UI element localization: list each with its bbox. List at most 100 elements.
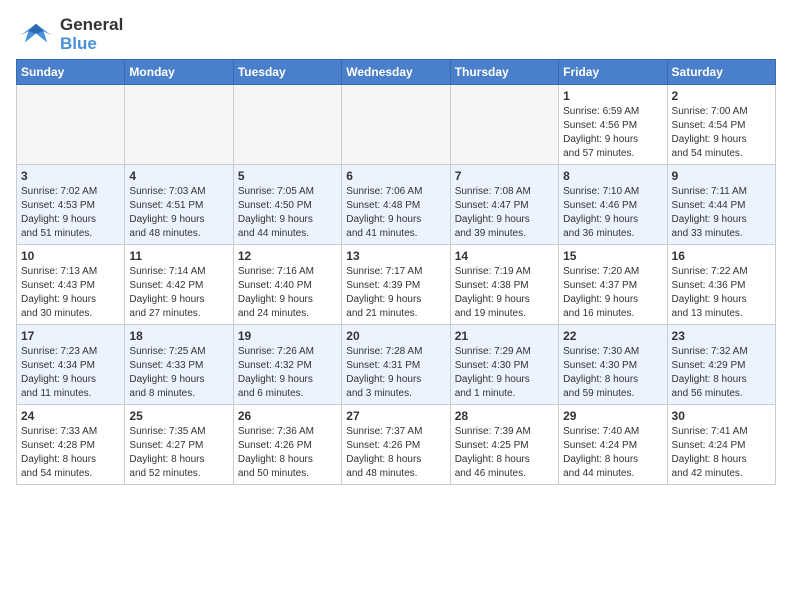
weekday-header-friday: Friday bbox=[559, 60, 667, 85]
week-row-1: 1 Sunrise: 6:59 AM Sunset: 4:56 PM Daylig… bbox=[17, 85, 776, 165]
calendar-cell: 14 Sunrise: 7:19 AM Sunset: 4:38 PM Dayli… bbox=[450, 245, 558, 325]
calendar-cell: 5Sunrise: 7:05 AM Sunset: 4:50 PM Daylig… bbox=[233, 165, 341, 245]
day-info: Sunrise: 7:26 AM Sunset: 4:32 PM Dayligh… bbox=[238, 345, 337, 401]
day-number: 9 bbox=[672, 169, 771, 183]
day-info: Sunrise: 7:39 AM Sunset: 4:25 PM Dayligh… bbox=[455, 425, 554, 481]
day-number: 10 bbox=[21, 249, 120, 263]
day-number: 30 bbox=[672, 409, 771, 423]
calendar-cell: 4Sunrise: 7:03 AM Sunset: 4:51 PM Daylig… bbox=[125, 165, 233, 245]
day-number: 16 bbox=[672, 249, 771, 263]
calendar-cell: 10Sunrise: 7:13 AM Sunset: 4:43 PM Dayli… bbox=[17, 245, 125, 325]
day-info: Sunrise: 7:36 AM Sunset: 4:26 PM Dayligh… bbox=[238, 425, 337, 481]
day-number: 27 bbox=[346, 409, 445, 423]
week-row-5: 24 Sunrise: 7:33 AM Sunset: 4:28 PM Dayli… bbox=[17, 405, 776, 485]
day-info: Sunrise: 7:02 AM Sunset: 4:53 PM Dayligh… bbox=[21, 185, 120, 241]
day-number: 23 bbox=[672, 329, 771, 343]
day-info: Sunrise: 7:23 AM Sunset: 4:34 PM Dayligh… bbox=[21, 345, 120, 401]
day-number: 3 bbox=[21, 169, 120, 183]
logo-text-general: General bbox=[60, 16, 123, 35]
day-info: Sunrise: 7:17 AM Sunset: 4:39 PM Dayligh… bbox=[346, 265, 445, 321]
day-number: 12 bbox=[238, 249, 337, 263]
day-info: Sunrise: 7:29 AM Sunset: 4:30 PM Dayligh… bbox=[455, 345, 554, 401]
calendar-cell bbox=[125, 85, 233, 165]
day-number: 14 bbox=[455, 249, 554, 263]
day-number: 4 bbox=[129, 169, 228, 183]
day-number: 25 bbox=[129, 409, 228, 423]
calendar-cell: 23Sunrise: 7:32 AM Sunset: 4:29 PM Dayli… bbox=[667, 325, 775, 405]
logo-icon bbox=[16, 20, 56, 50]
day-info: Sunrise: 7:20 AM Sunset: 4:37 PM Dayligh… bbox=[563, 265, 662, 321]
logo-text-blue: Blue bbox=[60, 35, 123, 54]
weekday-header-tuesday: Tuesday bbox=[233, 60, 341, 85]
weekday-header-row: SundayMondayTuesdayWednesdayThursdayFrid… bbox=[17, 60, 776, 85]
calendar-cell: 28 Sunrise: 7:39 AM Sunset: 4:25 PM Dayli… bbox=[450, 405, 558, 485]
day-number: 1 bbox=[563, 89, 662, 103]
day-number: 2 bbox=[672, 89, 771, 103]
weekday-header-saturday: Saturday bbox=[667, 60, 775, 85]
day-info: Sunrise: 7:11 AM Sunset: 4:44 PM Dayligh… bbox=[672, 185, 771, 241]
weekday-header-thursday: Thursday bbox=[450, 60, 558, 85]
calendar-cell: 9 Sunrise: 7:11 AM Sunset: 4:44 PM Daylig… bbox=[667, 165, 775, 245]
calendar-cell: 12 Sunrise: 7:16 AM Sunset: 4:40 PM Dayli… bbox=[233, 245, 341, 325]
day-number: 24 bbox=[21, 409, 120, 423]
day-number: 15 bbox=[563, 249, 662, 263]
weekday-header-sunday: Sunday bbox=[17, 60, 125, 85]
calendar-cell bbox=[233, 85, 341, 165]
day-number: 5 bbox=[238, 169, 337, 183]
week-row-2: 3 Sunrise: 7:02 AM Sunset: 4:53 PM Daylig… bbox=[17, 165, 776, 245]
logo: General Blue bbox=[16, 16, 123, 53]
week-row-3: 10Sunrise: 7:13 AM Sunset: 4:43 PM Dayli… bbox=[17, 245, 776, 325]
calendar-cell: 6Sunrise: 7:06 AM Sunset: 4:48 PM Daylig… bbox=[342, 165, 450, 245]
day-number: 26 bbox=[238, 409, 337, 423]
day-info: Sunrise: 7:08 AM Sunset: 4:47 PM Dayligh… bbox=[455, 185, 554, 241]
calendar-cell: 1 Sunrise: 6:59 AM Sunset: 4:56 PM Daylig… bbox=[559, 85, 667, 165]
calendar-cell: 17Sunrise: 7:23 AM Sunset: 4:34 PM Dayli… bbox=[17, 325, 125, 405]
day-info: Sunrise: 7:19 AM Sunset: 4:38 PM Dayligh… bbox=[455, 265, 554, 321]
day-number: 22 bbox=[563, 329, 662, 343]
day-number: 8 bbox=[563, 169, 662, 183]
calendar-cell: 2Sunrise: 7:00 AM Sunset: 4:54 PM Daylig… bbox=[667, 85, 775, 165]
calendar-cell: 21Sunrise: 7:29 AM Sunset: 4:30 PM Dayli… bbox=[450, 325, 558, 405]
day-info: Sunrise: 7:06 AM Sunset: 4:48 PM Dayligh… bbox=[346, 185, 445, 241]
calendar-cell: 19 Sunrise: 7:26 AM Sunset: 4:32 PM Dayli… bbox=[233, 325, 341, 405]
weekday-header-monday: Monday bbox=[125, 60, 233, 85]
day-info: Sunrise: 6:59 AM Sunset: 4:56 PM Dayligh… bbox=[563, 105, 662, 161]
day-number: 7 bbox=[455, 169, 554, 183]
day-info: Sunrise: 7:35 AM Sunset: 4:27 PM Dayligh… bbox=[129, 425, 228, 481]
calendar-cell: 24 Sunrise: 7:33 AM Sunset: 4:28 PM Dayli… bbox=[17, 405, 125, 485]
calendar-cell: 7 Sunrise: 7:08 AM Sunset: 4:47 PM Daylig… bbox=[450, 165, 558, 245]
day-info: Sunrise: 7:33 AM Sunset: 4:28 PM Dayligh… bbox=[21, 425, 120, 481]
calendar-cell: 30 Sunrise: 7:41 AM Sunset: 4:24 PM Dayli… bbox=[667, 405, 775, 485]
week-row-4: 17Sunrise: 7:23 AM Sunset: 4:34 PM Dayli… bbox=[17, 325, 776, 405]
calendar-cell: 16 Sunrise: 7:22 AM Sunset: 4:36 PM Dayli… bbox=[667, 245, 775, 325]
calendar-cell: 11 Sunrise: 7:14 AM Sunset: 4:42 PM Dayli… bbox=[125, 245, 233, 325]
calendar-cell: 18 Sunrise: 7:25 AM Sunset: 4:33 PM Dayli… bbox=[125, 325, 233, 405]
calendar-cell bbox=[342, 85, 450, 165]
calendar-cell: 29 Sunrise: 7:40 AM Sunset: 4:24 PM Dayli… bbox=[559, 405, 667, 485]
day-info: Sunrise: 7:22 AM Sunset: 4:36 PM Dayligh… bbox=[672, 265, 771, 321]
calendar-table: SundayMondayTuesdayWednesdayThursdayFrid… bbox=[16, 59, 776, 485]
calendar-cell: 3 Sunrise: 7:02 AM Sunset: 4:53 PM Daylig… bbox=[17, 165, 125, 245]
calendar-cell bbox=[17, 85, 125, 165]
day-number: 19 bbox=[238, 329, 337, 343]
day-info: Sunrise: 7:16 AM Sunset: 4:40 PM Dayligh… bbox=[238, 265, 337, 321]
day-info: Sunrise: 7:28 AM Sunset: 4:31 PM Dayligh… bbox=[346, 345, 445, 401]
day-info: Sunrise: 7:37 AM Sunset: 4:26 PM Dayligh… bbox=[346, 425, 445, 481]
day-info: Sunrise: 7:14 AM Sunset: 4:42 PM Dayligh… bbox=[129, 265, 228, 321]
day-info: Sunrise: 7:40 AM Sunset: 4:24 PM Dayligh… bbox=[563, 425, 662, 481]
calendar-cell: 8 Sunrise: 7:10 AM Sunset: 4:46 PM Daylig… bbox=[559, 165, 667, 245]
calendar-cell bbox=[450, 85, 558, 165]
day-info: Sunrise: 7:30 AM Sunset: 4:30 PM Dayligh… bbox=[563, 345, 662, 401]
day-number: 11 bbox=[129, 249, 228, 263]
day-number: 18 bbox=[129, 329, 228, 343]
day-info: Sunrise: 7:25 AM Sunset: 4:33 PM Dayligh… bbox=[129, 345, 228, 401]
day-info: Sunrise: 7:10 AM Sunset: 4:46 PM Dayligh… bbox=[563, 185, 662, 241]
day-number: 20 bbox=[346, 329, 445, 343]
calendar-cell: 13Sunrise: 7:17 AM Sunset: 4:39 PM Dayli… bbox=[342, 245, 450, 325]
day-number: 29 bbox=[563, 409, 662, 423]
calendar-cell: 25 Sunrise: 7:35 AM Sunset: 4:27 PM Dayli… bbox=[125, 405, 233, 485]
header: General Blue bbox=[16, 16, 776, 53]
day-number: 28 bbox=[455, 409, 554, 423]
page: General Blue SundayMondayTuesdayWednesda… bbox=[0, 0, 792, 495]
day-info: Sunrise: 7:41 AM Sunset: 4:24 PM Dayligh… bbox=[672, 425, 771, 481]
